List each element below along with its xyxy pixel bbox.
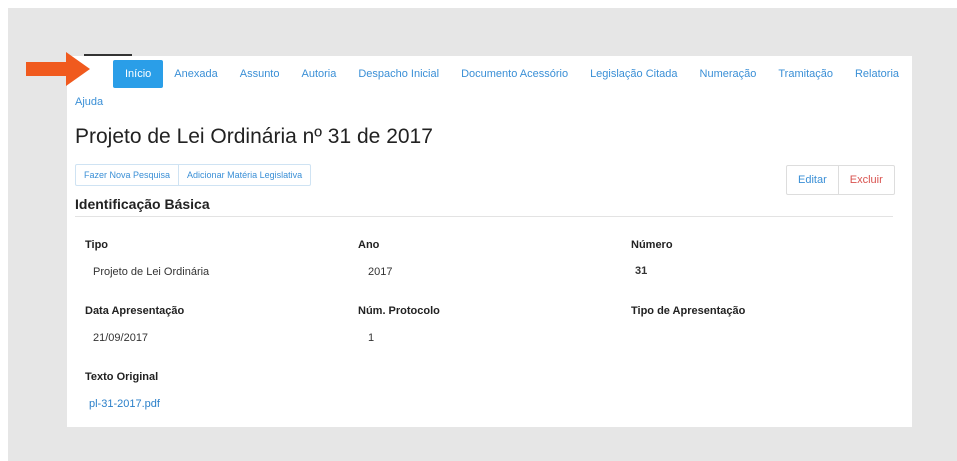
- numero-label: Número: [631, 239, 673, 251]
- ano-label: Ano: [358, 239, 380, 251]
- tab-assunto[interactable]: Assunto: [229, 60, 291, 88]
- tipo-label: Tipo: [85, 239, 109, 251]
- tab-anexada[interactable]: Anexada: [163, 60, 228, 88]
- num-protocolo-label: Núm. Protocolo: [358, 305, 440, 317]
- tab-inicio[interactable]: Início: [113, 60, 164, 88]
- record-actions: Editar Excluir: [786, 165, 895, 195]
- tab-tramitacao[interactable]: Tramitação: [767, 60, 844, 88]
- new-search-button[interactable]: Fazer Nova Pesquisa: [76, 165, 178, 185]
- tab-documento-acessorio[interactable]: Documento Acessório: [450, 60, 579, 88]
- help-link[interactable]: Ajuda: [75, 96, 103, 108]
- delete-button[interactable]: Excluir: [837, 166, 894, 194]
- tab-bar: Início Anexada Assunto Autoria Despacho …: [113, 59, 910, 89]
- edit-button[interactable]: Editar: [787, 166, 838, 194]
- tab-autoria[interactable]: Autoria: [290, 60, 347, 88]
- tab-numeracao[interactable]: Numeração: [689, 60, 768, 88]
- page-title: Projeto de Lei Ordinária nº 31 de 2017: [75, 125, 433, 148]
- add-matter-button[interactable]: Adicionar Matéria Legislativa: [178, 165, 310, 185]
- texto-original-label: Texto Original: [85, 371, 159, 383]
- tipo-apresentacao-label: Tipo de Apresentação: [631, 305, 746, 317]
- num-protocolo-value: 1: [368, 332, 375, 344]
- section-divider: [75, 216, 893, 217]
- texto-original-link[interactable]: pl-31-2017.pdf: [89, 398, 160, 410]
- data-apresentacao-value: 21/09/2017: [93, 332, 149, 344]
- tab-despacho-inicial[interactable]: Despacho Inicial: [347, 60, 450, 88]
- search-actions: Fazer Nova Pesquisa Adicionar Matéria Le…: [75, 164, 312, 186]
- tipo-value: Projeto de Lei Ordinária: [93, 266, 210, 278]
- tab-relatoria[interactable]: Relatoria: [844, 60, 910, 88]
- content-panel: [67, 56, 912, 427]
- top-divider: [84, 54, 132, 56]
- data-apresentacao-label: Data Apresentação: [85, 305, 185, 317]
- section-title: Identificação Básica: [75, 196, 210, 212]
- numero-value: 31: [635, 265, 648, 277]
- pointer-arrow-icon: [26, 52, 90, 86]
- tab-legislacao-citada[interactable]: Legislação Citada: [579, 60, 688, 88]
- ano-value: 2017: [368, 266, 393, 278]
